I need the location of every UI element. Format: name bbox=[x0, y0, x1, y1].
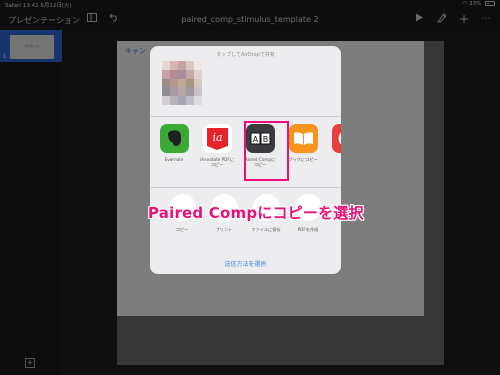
app-label: iAnnotate PDFに コピー bbox=[199, 157, 234, 167]
svg-text:ia: ia bbox=[212, 131, 222, 144]
app-label: ブックにコピー bbox=[288, 157, 318, 162]
action-label: ファイルに保存 bbox=[251, 227, 281, 232]
battery-percent: 33% bbox=[469, 1, 482, 7]
battery-icon bbox=[485, 1, 495, 6]
instruction-annotation: Paired Compにコピーを選択 bbox=[148, 204, 364, 222]
status-left: Safari 13:42 6月12日(火) bbox=[5, 1, 72, 9]
share-app-iannotate[interactable]: ia iAnnotate PDFに コピー bbox=[199, 124, 235, 167]
action-label: プリント bbox=[215, 227, 233, 232]
share-app-evernote[interactable]: Evernote bbox=[156, 124, 192, 162]
toolbar: プレゼンテーション paired_comp_stimulus_template … bbox=[0, 9, 500, 30]
choose-send-method-link[interactable]: 送信方法を選択 bbox=[150, 259, 341, 268]
chrome-icon bbox=[331, 124, 341, 153]
airdrop-contact-avatar[interactable] bbox=[162, 61, 202, 105]
divider bbox=[150, 116, 341, 117]
evernote-icon bbox=[159, 124, 189, 153]
books-icon bbox=[288, 124, 318, 153]
status-right: ◠ 33% bbox=[462, 1, 495, 7]
highlight-box bbox=[244, 121, 289, 181]
app-label: Evernote bbox=[164, 157, 184, 162]
play-icon[interactable] bbox=[413, 13, 425, 25]
iannotate-icon: ia bbox=[202, 124, 232, 153]
app-label: Cr bbox=[328, 157, 341, 162]
plus-icon[interactable]: + bbox=[458, 13, 470, 25]
thumbnail-text: 文字を入力 bbox=[24, 44, 40, 48]
wifi-icon: ◠ bbox=[462, 1, 468, 7]
more-icon[interactable]: ⋯ bbox=[480, 13, 492, 25]
slide-thumbnail-selected[interactable]: 1 文字を入力 bbox=[0, 30, 62, 62]
format-brush-icon[interactable] bbox=[436, 13, 448, 25]
app-screen: Safari 13:42 6月12日(火) ◠ 33% プレゼンテーション pa… bbox=[0, 0, 500, 375]
airdrop-caption: タップしてAirDropで共有 bbox=[216, 52, 275, 58]
action-label: PDFを作成 bbox=[297, 227, 319, 232]
slide-number: 1 bbox=[3, 54, 7, 60]
document-title: paired_comp_stimulus_template 2 bbox=[181, 15, 319, 24]
cancel-button[interactable]: キャン bbox=[125, 46, 146, 56]
slide-thumbnail[interactable]: 文字を入力 bbox=[10, 35, 54, 59]
divider bbox=[150, 187, 341, 188]
share-app-books[interactable]: ブックにコピー bbox=[285, 124, 321, 162]
share-app-chrome[interactable]: Cr bbox=[328, 124, 341, 162]
slide-navigator: 1 文字を入力 + bbox=[0, 30, 62, 375]
status-bar: Safari 13:42 6月12日(火) ◠ 33% bbox=[0, 0, 500, 9]
add-slide-button[interactable]: + bbox=[25, 358, 35, 368]
action-label: コピー bbox=[175, 227, 189, 232]
